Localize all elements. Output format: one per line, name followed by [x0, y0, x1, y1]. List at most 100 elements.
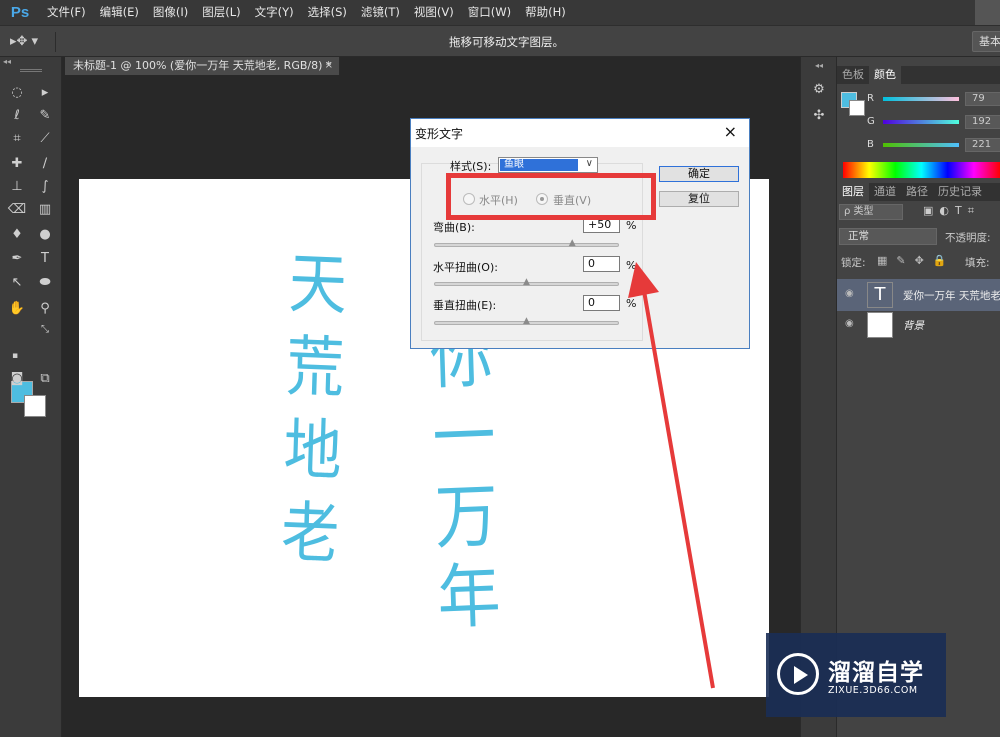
canvas-char: 年 — [436, 554, 502, 640]
grip-icon[interactable] — [20, 69, 42, 72]
tab-swatches[interactable]: 色板 — [837, 66, 869, 84]
slider-thumb[interactable]: ▲ — [523, 317, 531, 326]
reset-button[interactable]: 复位 — [659, 191, 739, 207]
brush-tool-icon[interactable]: ∕ — [34, 153, 56, 175]
lock-icons[interactable]: ▦✎✥🔒 — [877, 254, 956, 267]
style-selected-value: 鱼眼 — [500, 159, 578, 171]
adjustments-icon[interactable]: ⚙ — [808, 79, 830, 101]
color-bg-swatch[interactable] — [849, 100, 865, 116]
pen-tool-icon[interactable]: ✒ — [6, 248, 28, 270]
tab-paths[interactable]: 路径 — [901, 183, 933, 201]
layer-name[interactable]: 背景 — [903, 318, 924, 333]
layer-row[interactable]: ◉ 背景 — [837, 309, 1000, 341]
canvas-char: 万 — [433, 474, 500, 560]
clone-stamp-tool-icon[interactable]: ⊥ — [6, 176, 28, 198]
background-layer-thumb — [867, 312, 893, 338]
layer-filter-select[interactable]: ρ 类型 — [839, 204, 903, 220]
opacity-label: 不透明度: — [945, 232, 991, 244]
move-tool-icon[interactable]: ▸ — [34, 82, 56, 104]
background-color-swatch[interactable] — [24, 395, 46, 417]
eye-icon[interactable]: ◉ — [845, 289, 857, 299]
lasso-tool-icon[interactable]: ℓ — [6, 105, 28, 127]
bend-label: 弯曲(B): — [433, 221, 475, 234]
healing-brush-tool-icon[interactable]: ✚ — [6, 153, 28, 175]
text-layer-thumb: T — [867, 282, 893, 308]
channel-value[interactable]: 79 — [965, 92, 1000, 106]
window-control[interactable] — [975, 0, 1000, 25]
menu-help[interactable]: 帮助(H) — [518, 0, 573, 25]
slider-green[interactable]: G 192 — [867, 115, 1000, 132]
document-tab[interactable]: 未标题-1 @ 100% (爱你一万年 天荒地老, RGB/8) * × — [65, 57, 340, 75]
color-spectrum[interactable] — [843, 162, 1000, 178]
slider-track[interactable] — [883, 143, 959, 147]
marquee-tool-icon[interactable]: ◌ — [6, 82, 28, 104]
ellipse-tool-icon[interactable]: ⬬ — [34, 272, 56, 294]
warped-text-column-1[interactable]: 天 荒 地 老 — [269, 242, 358, 577]
eyedropper-tool-icon[interactable]: ⟋ — [34, 128, 56, 150]
channel-value[interactable]: 192 — [965, 115, 1000, 129]
eraser-tool-icon[interactable]: ⌫ — [6, 199, 28, 221]
menu-select[interactable]: 选择(S) — [301, 0, 354, 25]
close-icon[interactable]: × — [325, 57, 333, 75]
channel-label: B — [867, 139, 874, 150]
dialog-titlebar[interactable]: 变形文字 × — [411, 119, 749, 147]
layer-name[interactable]: 爱你一万年 天荒地老 — [903, 288, 1000, 303]
screen-mode-icon[interactable]: ⧉ — [34, 368, 56, 390]
menu-view[interactable]: 视图(V) — [407, 0, 461, 25]
ok-button[interactable]: 确定 — [659, 166, 739, 182]
slider-red[interactable]: R 79 — [867, 92, 1000, 109]
collapse-icon[interactable]: ◂◂ — [808, 55, 830, 77]
bend-slider[interactable]: ▲ — [434, 239, 619, 248]
menu-bar: Ps 文件(F) 编辑(E) 图像(I) 图层(L) 文字(Y) 选择(S) 滤… — [0, 0, 1000, 25]
default-colors-icon[interactable]: ▪ — [4, 345, 26, 367]
filter-icons[interactable]: ▣◐T⌗ — [923, 204, 980, 218]
close-icon[interactable]: × — [724, 122, 737, 141]
tab-channels[interactable]: 通道 — [869, 183, 901, 201]
gradient-tool-icon[interactable]: ▥ — [34, 199, 56, 221]
slider-thumb[interactable]: ▲ — [568, 239, 576, 248]
eye-icon[interactable]: ◉ — [845, 319, 857, 329]
style-select[interactable]: 鱼眼 ∨ — [498, 157, 598, 173]
menu-edit[interactable]: 编辑(E) — [93, 0, 146, 25]
hand-tool-icon[interactable]: ✋ — [6, 298, 28, 320]
quick-select-tool-icon[interactable]: ✎ — [34, 105, 56, 127]
zoom-tool-icon[interactable]: ⚲ — [34, 298, 56, 320]
workspace-switcher[interactable]: 基本 — [972, 31, 1000, 52]
hdistort-slider[interactable]: ▲ — [434, 278, 619, 287]
dodge-tool-icon[interactable]: ● — [34, 224, 56, 246]
watermark: 溜溜自学 ZIXUE.3D66.COM — [766, 633, 946, 717]
tab-color[interactable]: 颜色 — [869, 66, 901, 84]
type-tool-icon[interactable]: T — [34, 248, 56, 270]
vdistort-slider[interactable]: ▲ — [434, 317, 619, 326]
history-brush-tool-icon[interactable]: ∫ — [34, 176, 56, 198]
quick-mask-icon[interactable]: ◙ — [6, 368, 28, 390]
menu-image[interactable]: 图像(I) — [146, 0, 195, 25]
move-tool-preset-picker[interactable]: ▸✥ ▾ — [10, 34, 48, 50]
slider-track[interactable] — [883, 120, 959, 124]
tab-layers[interactable]: 图层 — [837, 183, 869, 201]
path-select-tool-icon[interactable]: ↖ — [6, 272, 28, 294]
menu-type[interactable]: 文字(Y) — [248, 0, 301, 25]
menu-file[interactable]: 文件(F) — [40, 0, 93, 25]
channel-value[interactable]: 221 — [965, 138, 1000, 152]
slider-track[interactable] — [883, 97, 959, 101]
canvas-char: 荒 — [285, 327, 346, 408]
blend-mode-select[interactable]: 正常 — [839, 228, 937, 245]
tab-history[interactable]: 历史记录 — [933, 183, 987, 201]
brush-settings-icon[interactable]: ✣ — [808, 105, 830, 127]
layer-row[interactable]: ◉ T 爱你一万年 天荒地老 — [837, 279, 1000, 311]
menu-layer[interactable]: 图层(L) — [195, 0, 247, 25]
vdistort-input[interactable]: 0 — [583, 295, 620, 311]
hdistort-input[interactable]: 0 — [583, 256, 620, 272]
hdistort-label: 水平扭曲(O): — [433, 261, 498, 274]
menu-window[interactable]: 窗口(W) — [461, 0, 518, 25]
blur-tool-icon[interactable]: ♦ — [6, 224, 28, 246]
collapse-icon[interactable]: ◂◂ — [3, 57, 59, 67]
swap-colors-icon[interactable]: ⤡ — [34, 319, 56, 341]
menu-filter[interactable]: 滤镜(T) — [354, 0, 407, 25]
slider-thumb[interactable]: ▲ — [523, 278, 531, 287]
channel-label: R — [867, 93, 874, 104]
slider-blue[interactable]: B 221 — [867, 138, 1000, 155]
crop-tool-icon[interactable]: ⌗ — [6, 128, 28, 150]
vdistort-label: 垂直扭曲(E): — [433, 299, 497, 312]
